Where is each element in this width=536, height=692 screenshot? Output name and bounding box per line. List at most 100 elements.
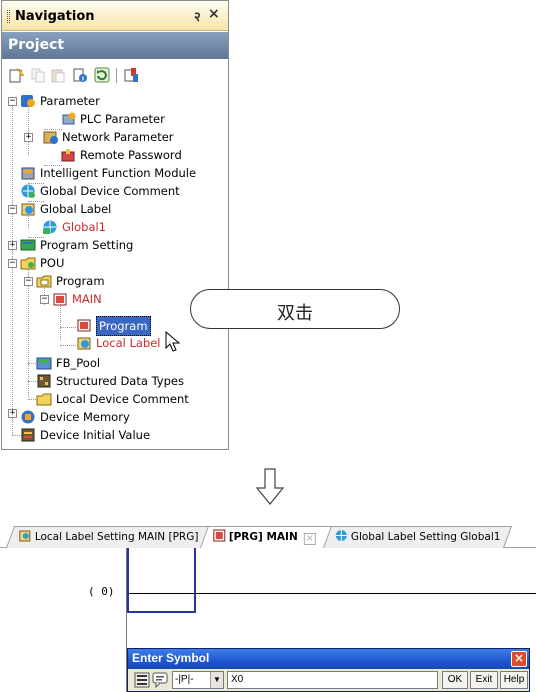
tree-item-label: Local Device Comment (56, 392, 189, 406)
main-program-icon (53, 293, 67, 306)
tree-item-pou[interactable]: POU (20, 254, 120, 272)
pou-icon (20, 257, 36, 270)
expand-program-setting-icon[interactable]: + (8, 241, 17, 250)
tree-item-label: Local Label (96, 336, 161, 350)
project-label: Project (8, 37, 65, 53)
tree-item-label: Intelligent Function Module (40, 166, 197, 180)
dialog-title-bar[interactable]: Enter Symbol × (128, 649, 529, 669)
tree-item-label: Global Device Comment (40, 184, 180, 198)
structured-data-types-icon (37, 374, 51, 388)
drag-grip-icon[interactable] (7, 10, 10, 23)
project-section-header[interactable]: Project (2, 32, 228, 59)
local-label-tab-icon (19, 530, 31, 542)
tree-item-label: Device Memory (40, 410, 130, 424)
plc-parameter-icon (62, 112, 76, 125)
tab-label: Local Label Setting MAIN [PRG] (34, 531, 199, 543)
ladder-program-icon (77, 319, 91, 332)
tree-item-label-selected: Program (96, 316, 151, 336)
tab-local-label-setting[interactable]: Local Label Setting MAIN [PRG] (5, 526, 211, 548)
comment-icon[interactable] (152, 672, 168, 688)
mouse-pointer-icon (165, 331, 181, 352)
tree-item-intelligent-function-module[interactable]: Intelligent Function Module (20, 164, 225, 182)
tree-item-label: PLC Parameter (80, 112, 165, 126)
refresh-icon[interactable] (94, 67, 110, 83)
help-button[interactable]: Help (500, 671, 528, 689)
collapse-parameter-icon[interactable]: − (8, 97, 17, 106)
tree-item-label: POU (40, 256, 65, 270)
dialog-close-icon[interactable]: × (511, 651, 527, 667)
pin-icon[interactable]: २ (194, 7, 201, 25)
device-input[interactable]: X0 (227, 671, 438, 689)
copy-icon[interactable] (30, 67, 46, 83)
callout-text: 双击 (277, 303, 313, 324)
tree-item-fb-pool[interactable]: FB_Pool (36, 354, 146, 372)
exit-button[interactable]: Exit (470, 671, 498, 689)
down-arrow-icon (255, 468, 285, 505)
toolbar-separator (116, 68, 117, 83)
tree-item-plc-parameter[interactable]: PLC Parameter (60, 110, 200, 128)
collapse-global-label-icon[interactable]: − (8, 205, 17, 214)
tree-item-global1[interactable]: Global1 (42, 218, 162, 236)
tree-item-device-memory[interactable]: Device Memory (20, 408, 180, 426)
tab-label: Global Label Setting Global1 (350, 531, 501, 543)
tab-global-label-setting[interactable]: Global Label Setting Global1 (321, 526, 513, 548)
tree-item-program-setting[interactable]: Program Setting (20, 236, 180, 254)
new-data-icon[interactable] (8, 67, 24, 83)
step-number: ( 0) (88, 585, 115, 598)
tree-item-label: Remote Password (80, 148, 182, 162)
expand-device-memory-icon[interactable]: + (8, 409, 17, 418)
tree-item-program[interactable]: Program (36, 272, 156, 290)
tree-item-label: Global1 (62, 220, 107, 234)
navigation-title: Navigation (15, 9, 95, 24)
list-icon[interactable] (134, 672, 150, 688)
double-click-callout: 双击 (190, 289, 400, 329)
expand-network-parameter-icon[interactable]: + (24, 133, 33, 142)
tree-item-label: Network Parameter (62, 130, 174, 144)
program-setting-icon (20, 239, 36, 251)
ok-button[interactable]: OK (442, 671, 468, 689)
enter-symbol-dialog: Enter Symbol × -|P|- ▼ X0 OK Exit Help (127, 648, 530, 692)
tree-guide-line (28, 267, 29, 397)
program-folder-icon (36, 275, 52, 288)
tree-item-label: Structured Data Types (56, 374, 184, 388)
parameter-icon (21, 95, 35, 107)
navigation-toolbar (2, 59, 228, 89)
tree-item-global-device-comment[interactable]: Global Device Comment (20, 182, 220, 200)
navigation-title-bar[interactable]: Navigation २ × (2, 1, 228, 31)
paste-icon[interactable] (50, 67, 66, 83)
device-initial-value-icon (21, 428, 35, 442)
dialog-body: -|P|- ▼ X0 OK Exit Help (128, 669, 529, 691)
instruction-select[interactable]: -|P|- ▼ (172, 671, 224, 689)
tree-item-remote-password[interactable]: Remote Password (60, 146, 220, 164)
find-icon[interactable] (124, 67, 140, 83)
tree-item-label: Device Initial Value (40, 428, 151, 442)
tree-item-label: Parameter (40, 94, 100, 108)
tree-item-network-parameter[interactable]: Network Parameter (42, 128, 212, 146)
dialog-title: Enter Symbol (132, 651, 210, 665)
tree-item-structured-data-types[interactable]: Structured Data Types (36, 372, 226, 390)
project-tree: − + − + − − − + Parameter PLC Parameter … (2, 91, 228, 447)
close-icon[interactable]: × (208, 6, 220, 22)
global-device-comment-icon (21, 184, 35, 198)
tree-item-main-program[interactable]: Program (76, 316, 176, 336)
property-icon[interactable] (72, 67, 88, 83)
tab-label: [PRG] MAIN (228, 531, 298, 543)
collapse-main-icon[interactable]: − (40, 295, 49, 304)
intelligent-function-module-icon (21, 167, 35, 180)
tab-close-icon[interactable]: × (303, 533, 316, 545)
tree-item-main[interactable]: MAIN (52, 290, 152, 308)
tree-guide-line (12, 101, 13, 435)
tree-item-global-label[interactable]: Global Label (20, 200, 170, 218)
global-label-tab-icon (335, 530, 347, 541)
tab-prg-main[interactable]: [PRG] MAIN × (199, 526, 333, 548)
tree-item-label: Program Setting (40, 238, 134, 252)
chevron-down-icon[interactable]: ▼ (210, 672, 223, 688)
tree-guide-line (60, 345, 76, 346)
tree-guide-line (60, 303, 61, 341)
tree-item-device-initial-value[interactable]: Device Initial Value (20, 426, 190, 444)
collapse-pou-icon[interactable]: − (8, 259, 17, 268)
collapse-program-icon[interactable]: − (24, 277, 33, 286)
tree-item-parameter[interactable]: Parameter (20, 92, 170, 110)
tree-item-local-device-comment[interactable]: Local Device Comment (36, 390, 226, 408)
network-parameter-icon (43, 131, 58, 144)
